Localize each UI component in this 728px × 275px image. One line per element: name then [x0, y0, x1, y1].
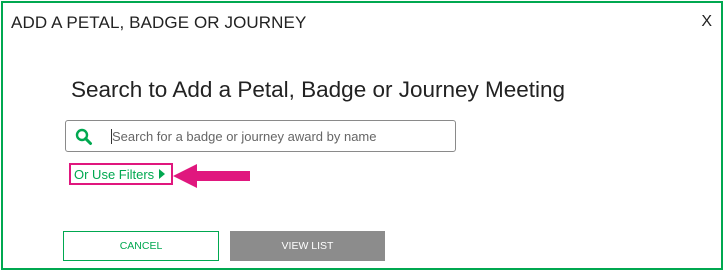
search-heading: Search to Add a Petal, Badge or Journey …: [71, 77, 566, 102]
use-filters-label: Or Use Filters: [74, 166, 155, 182]
search-box: [65, 120, 456, 152]
use-filters-link[interactable]: Or Use Filters: [69, 163, 174, 185]
modal-title: ADD A PETAL, BADGE OR JOURNEY: [11, 13, 307, 32]
triangle-right-icon: [159, 169, 166, 179]
search-input[interactable]: [112, 121, 442, 151]
add-petal-badge-journey-modal: ADD A PETAL, BADGE OR JOURNEY X Search t…: [1, 1, 723, 270]
cancel-button[interactable]: CANCEL: [63, 231, 219, 261]
arrow-left-icon: [173, 164, 250, 188]
search-icon: [75, 128, 93, 146]
close-button[interactable]: X: [701, 13, 712, 31]
view-list-button[interactable]: VIEW LIST: [230, 231, 385, 261]
